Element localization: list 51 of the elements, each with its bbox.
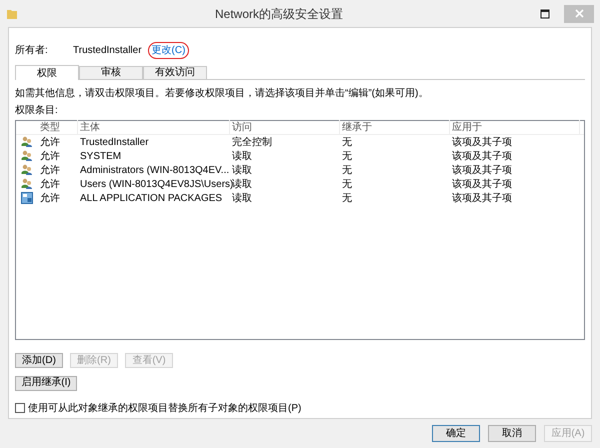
- table-cell-text: 读取: [231, 164, 253, 178]
- window-title: Network的高级安全设置: [214, 6, 344, 22]
- table-cell-text: 该项及其子项: [451, 136, 513, 150]
- entries-label: 权限条目:: [15, 104, 59, 118]
- replace-checkbox-label: 使用可从此对象继承的权限项目替换所有子对象的权限项目(P): [28, 402, 302, 416]
- column-header[interactable]: 应用于: [450, 120, 580, 135]
- owner-name: TrustedInstaller: [73, 44, 142, 58]
- table-cell-text: 无: [341, 136, 353, 150]
- table-cell-text: 无: [341, 192, 353, 206]
- table-cell-text: 无: [341, 150, 353, 164]
- column-header[interactable]: 继承于: [340, 120, 450, 135]
- table-cell-text: 允许: [39, 150, 61, 164]
- table-cell-text: 允许: [39, 178, 61, 192]
- users-icon: [21, 164, 33, 176]
- table-cell-text: TrustedInstaller: [79, 136, 150, 150]
- table-cell-text: 该项及其子项: [451, 164, 513, 178]
- entry-button[interactable]: 添加(D): [15, 353, 63, 368]
- users-icon: [21, 136, 33, 148]
- table-cell-text: ALL APPLICATION PACKAGES: [79, 192, 224, 206]
- tab[interactable]: 权限: [15, 65, 79, 80]
- folder-icon: [6, 8, 18, 20]
- table-cell-text: 该项及其子项: [451, 192, 513, 206]
- table-cell-text: 该项及其子项: [451, 150, 513, 164]
- table-cell-text: 允许: [39, 164, 61, 178]
- tab[interactable]: 有效访问: [143, 66, 207, 79]
- users-icon: [21, 178, 33, 190]
- column-header[interactable]: 类型: [38, 120, 78, 135]
- table-cell-text: Administrators (WIN-8013Q4EV...: [79, 164, 230, 178]
- maximize-icon[interactable]: [540, 8, 550, 18]
- table-cell-text: 允许: [39, 136, 61, 150]
- table-cell-text: 完全控制: [231, 136, 273, 150]
- table-cell-text: 读取: [231, 192, 253, 206]
- table-cell-text: SYSTEM: [79, 150, 122, 164]
- change-owner-link[interactable]: 更改(C): [148, 42, 190, 59]
- column-header[interactable]: 主体: [78, 120, 230, 135]
- owner-label: 所有者:: [15, 44, 49, 58]
- table-cell-text: 无: [341, 164, 353, 178]
- table-cell-text: 该项及其子项: [451, 178, 513, 192]
- table-cell-text: 读取: [231, 150, 253, 164]
- package-icon: [21, 192, 33, 204]
- replace-checkbox[interactable]: [15, 403, 25, 413]
- users-icon: [21, 150, 33, 162]
- close-icon: [574, 9, 584, 18]
- dialog-button[interactable]: 取消: [488, 425, 536, 442]
- table-cell-text: 无: [341, 178, 353, 192]
- enable-inheritance-button[interactable]: 启用继承(I): [15, 376, 77, 390]
- tab[interactable]: 审核: [79, 66, 143, 79]
- table-cell-text: 允许: [39, 192, 61, 206]
- column-header[interactable]: 访问: [230, 120, 340, 135]
- dialog-button[interactable]: 确定: [432, 425, 480, 442]
- info-text: 如需其他信息，请双击权限项目。若要修改权限项目，请选择该项目并单击“编辑”(如果可用)。: [15, 86, 430, 101]
